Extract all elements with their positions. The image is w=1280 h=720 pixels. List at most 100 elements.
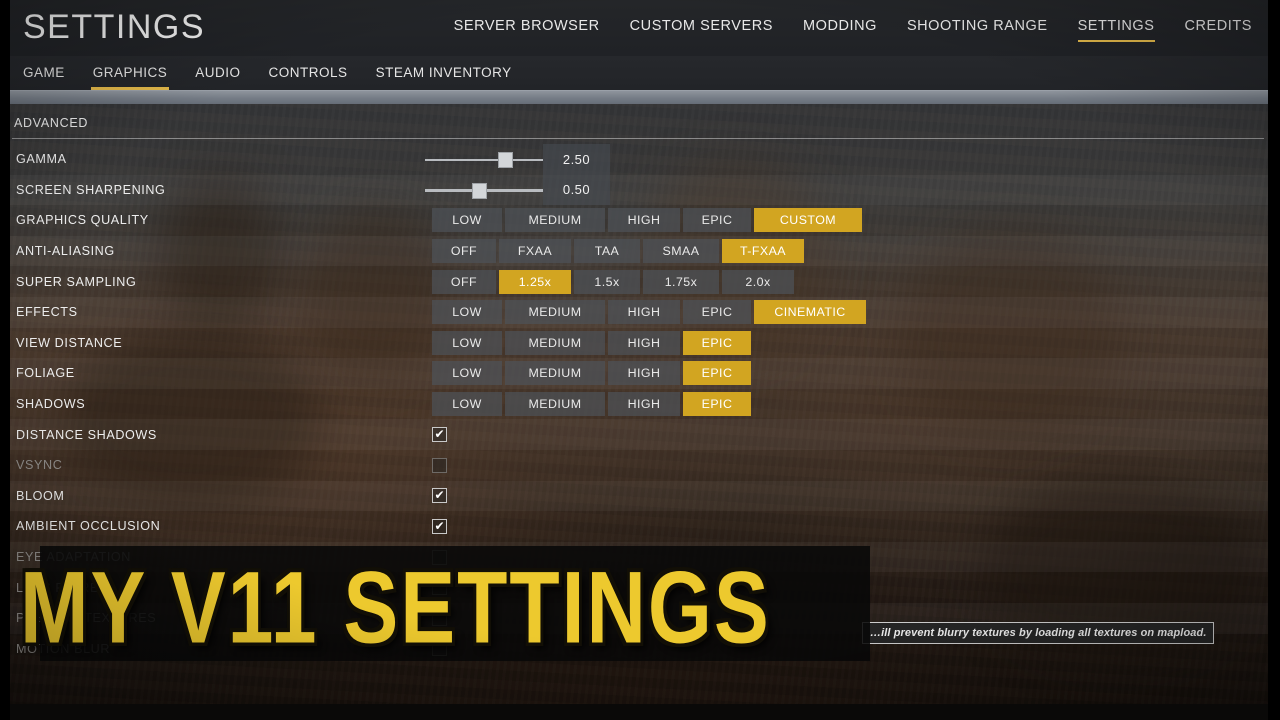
panel-scrollbar[interactable]	[10, 90, 1268, 104]
option-view-distance-epic[interactable]: EPIC	[683, 330, 751, 355]
checkbox-bloom[interactable]: ✔	[432, 488, 447, 504]
option-shadows-epic[interactable]: EPIC	[683, 392, 751, 417]
frame-border-left	[0, 0, 10, 720]
slider-track	[425, 158, 543, 161]
setting-row-vsync: VSYNC ✔	[10, 450, 1268, 481]
nav-item-modding[interactable]: MODDING	[803, 18, 877, 42]
nav-item-settings[interactable]: SETTINGS	[1077, 18, 1155, 42]
setting-label-gamma: GAMMA	[16, 152, 67, 167]
option-anti-aliasing-off[interactable]: OFF	[432, 239, 496, 264]
slider-handle[interactable]	[498, 152, 514, 168]
check-icon: ✔	[434, 427, 445, 442]
option-super-sampling-1.25x[interactable]: 1.25x	[499, 269, 571, 294]
nav-item-server-browser[interactable]: SERVER BROWSER	[454, 18, 600, 42]
checkbox-ambient-occlusion[interactable]: ✔	[432, 518, 447, 534]
setting-label-foliage: FOLIAGE	[16, 366, 75, 381]
tab-steam-inventory[interactable]: STEAM INVENTORY	[376, 56, 512, 90]
option-graphics-quality-high[interactable]: HIGH	[608, 208, 680, 233]
top-navigation: SERVER BROWSER CUSTOM SERVERS MODDING SHOOT…	[454, 18, 1252, 42]
option-super-sampling-1.75x[interactable]: 1.75x	[643, 269, 719, 294]
setting-row-screen-sharpening: SCREEN SHARPENING 0.50	[10, 174, 1268, 206]
option-graphics-quality-medium[interactable]: MEDIUM	[505, 208, 605, 233]
tab-game[interactable]: GAME	[23, 56, 65, 90]
setting-label-bloom: BLOOM	[16, 488, 65, 503]
setting-row-anti-aliasing: ANTI-ALIASING OFF FXAA TAA SMAA T-FXAA	[10, 235, 1268, 267]
check-icon: ✔	[434, 488, 445, 503]
slider-screen-sharpening[interactable]	[425, 175, 543, 206]
option-graphics-quality-low[interactable]: LOW	[432, 208, 502, 233]
settings-tab-bar: GAME GRAPHICS AUDIO CONTROLS STEAM INVENTORY	[10, 56, 1268, 90]
option-view-distance-medium[interactable]: MEDIUM	[505, 330, 605, 355]
setting-label-vsync: VSYNC	[16, 458, 63, 473]
option-super-sampling-1.5x[interactable]: 1.5x	[574, 269, 640, 294]
option-anti-aliasing-taa[interactable]: TAA	[574, 239, 640, 264]
setting-label-anti-aliasing: ANTI-ALIASING	[16, 244, 115, 259]
option-anti-aliasing-fxaa[interactable]: FXAA	[499, 239, 571, 264]
option-group-effects: LOW MEDIUM HIGH EPIC CINEMATIC	[432, 300, 866, 325]
app-header: SETTINGS SERVER BROWSER CUSTOM SERVERS MOD…	[10, 0, 1268, 56]
section-title: ADVANCED	[14, 116, 89, 130]
setting-row-graphics-quality: GRAPHICS QUALITY LOW MEDIUM HIGH EPIC CUSTOM	[10, 205, 1268, 236]
option-view-distance-low[interactable]: LOW	[432, 330, 502, 355]
page-title: SETTINGS	[23, 8, 206, 46]
checkbox-vsync[interactable]: ✔	[432, 457, 447, 473]
option-group-foliage: LOW MEDIUM HIGH EPIC	[432, 361, 751, 386]
setting-row-foliage: FOLIAGE LOW MEDIUM HIGH EPIC	[10, 358, 1268, 389]
section-header: ADVANCED	[10, 116, 1268, 139]
option-effects-low[interactable]: LOW	[432, 300, 502, 325]
setting-row-distance-shadows: DISTANCE SHADOWS ✔	[10, 419, 1268, 450]
setting-row-gamma: GAMMA 2.50	[10, 144, 1268, 175]
setting-label-ambient-occlusion: AMBIENT OCCLUSION	[16, 519, 161, 534]
option-anti-aliasing-t-fxaa[interactable]: T-FXAA	[722, 239, 804, 264]
option-effects-medium[interactable]: MEDIUM	[505, 300, 605, 325]
option-shadows-low[interactable]: LOW	[432, 392, 502, 417]
setting-tooltip: …ill prevent blurry textures by loading …	[862, 622, 1215, 644]
slider-gamma[interactable]	[425, 144, 543, 175]
option-view-distance-high[interactable]: HIGH	[608, 330, 680, 355]
option-graphics-quality-custom[interactable]: CUSTOM	[754, 208, 862, 233]
slider-value-screen-sharpening: 0.50	[543, 174, 610, 206]
option-effects-epic[interactable]: EPIC	[683, 300, 751, 325]
option-foliage-high[interactable]: HIGH	[608, 361, 680, 386]
option-foliage-low[interactable]: LOW	[432, 361, 502, 386]
option-group-view-distance: LOW MEDIUM HIGH EPIC	[432, 330, 751, 355]
setting-row-effects: EFFECTS LOW MEDIUM HIGH EPIC CINEMATIC	[10, 297, 1268, 328]
tab-audio[interactable]: AUDIO	[195, 56, 240, 90]
option-super-sampling-off[interactable]: OFF	[432, 269, 496, 294]
tab-graphics[interactable]: GRAPHICS	[90, 56, 169, 90]
option-foliage-epic[interactable]: EPIC	[683, 361, 751, 386]
slider-value-gamma: 2.50	[543, 144, 610, 175]
option-graphics-quality-epic[interactable]: EPIC	[683, 208, 751, 233]
overlay-banner-text: MY V11 SETTINGS	[20, 549, 771, 665]
option-effects-high[interactable]: HIGH	[608, 300, 680, 325]
setting-row-view-distance: VIEW DISTANCE LOW MEDIUM HIGH EPIC	[10, 328, 1268, 359]
setting-label-view-distance: VIEW DISTANCE	[16, 335, 123, 350]
option-effects-cinematic[interactable]: CINEMATIC	[754, 300, 866, 325]
nav-item-shooting-range[interactable]: SHOOTING RANGE	[907, 18, 1048, 42]
frame-border-right	[1268, 0, 1280, 720]
option-super-sampling-2.0x[interactable]: 2.0x	[722, 269, 794, 294]
setting-row-ambient-occlusion: AMBIENT OCCLUSION ✔	[10, 511, 1268, 542]
check-icon: ✔	[434, 518, 445, 533]
option-foliage-medium[interactable]: MEDIUM	[505, 361, 605, 386]
setting-label-shadows: SHADOWS	[16, 397, 86, 412]
option-group-graphics-quality: LOW MEDIUM HIGH EPIC CUSTOM	[432, 208, 862, 233]
option-group-anti-aliasing: OFF FXAA TAA SMAA T-FXAA	[432, 239, 804, 264]
setting-label-screen-sharpening: SCREEN SHARPENING	[16, 182, 166, 197]
tab-controls[interactable]: CONTROLS	[269, 56, 348, 90]
setting-label-effects: EFFECTS	[16, 305, 78, 320]
setting-row-super-sampling: SUPER SAMPLING OFF 1.25x 1.5x 1.75x 2.0x	[10, 266, 1268, 297]
option-shadows-high[interactable]: HIGH	[608, 392, 680, 417]
option-group-shadows: LOW MEDIUM HIGH EPIC	[432, 392, 751, 417]
option-anti-aliasing-smaa[interactable]: SMAA	[643, 239, 719, 264]
nav-item-custom-servers[interactable]: CUSTOM SERVERS	[630, 18, 773, 42]
setting-label-graphics-quality: GRAPHICS QUALITY	[16, 213, 149, 228]
slider-handle[interactable]	[472, 182, 488, 199]
option-group-super-sampling: OFF 1.25x 1.5x 1.75x 2.0x	[432, 269, 794, 294]
checkbox-distance-shadows[interactable]: ✔	[432, 427, 447, 443]
nav-item-credits[interactable]: CREDITS	[1185, 18, 1253, 42]
setting-row-shadows: SHADOWS LOW MEDIUM HIGH EPIC	[10, 389, 1268, 420]
setting-row-bloom: BLOOM ✔	[10, 480, 1268, 512]
option-shadows-medium[interactable]: MEDIUM	[505, 392, 605, 417]
setting-label-super-sampling: SUPER SAMPLING	[16, 274, 137, 289]
